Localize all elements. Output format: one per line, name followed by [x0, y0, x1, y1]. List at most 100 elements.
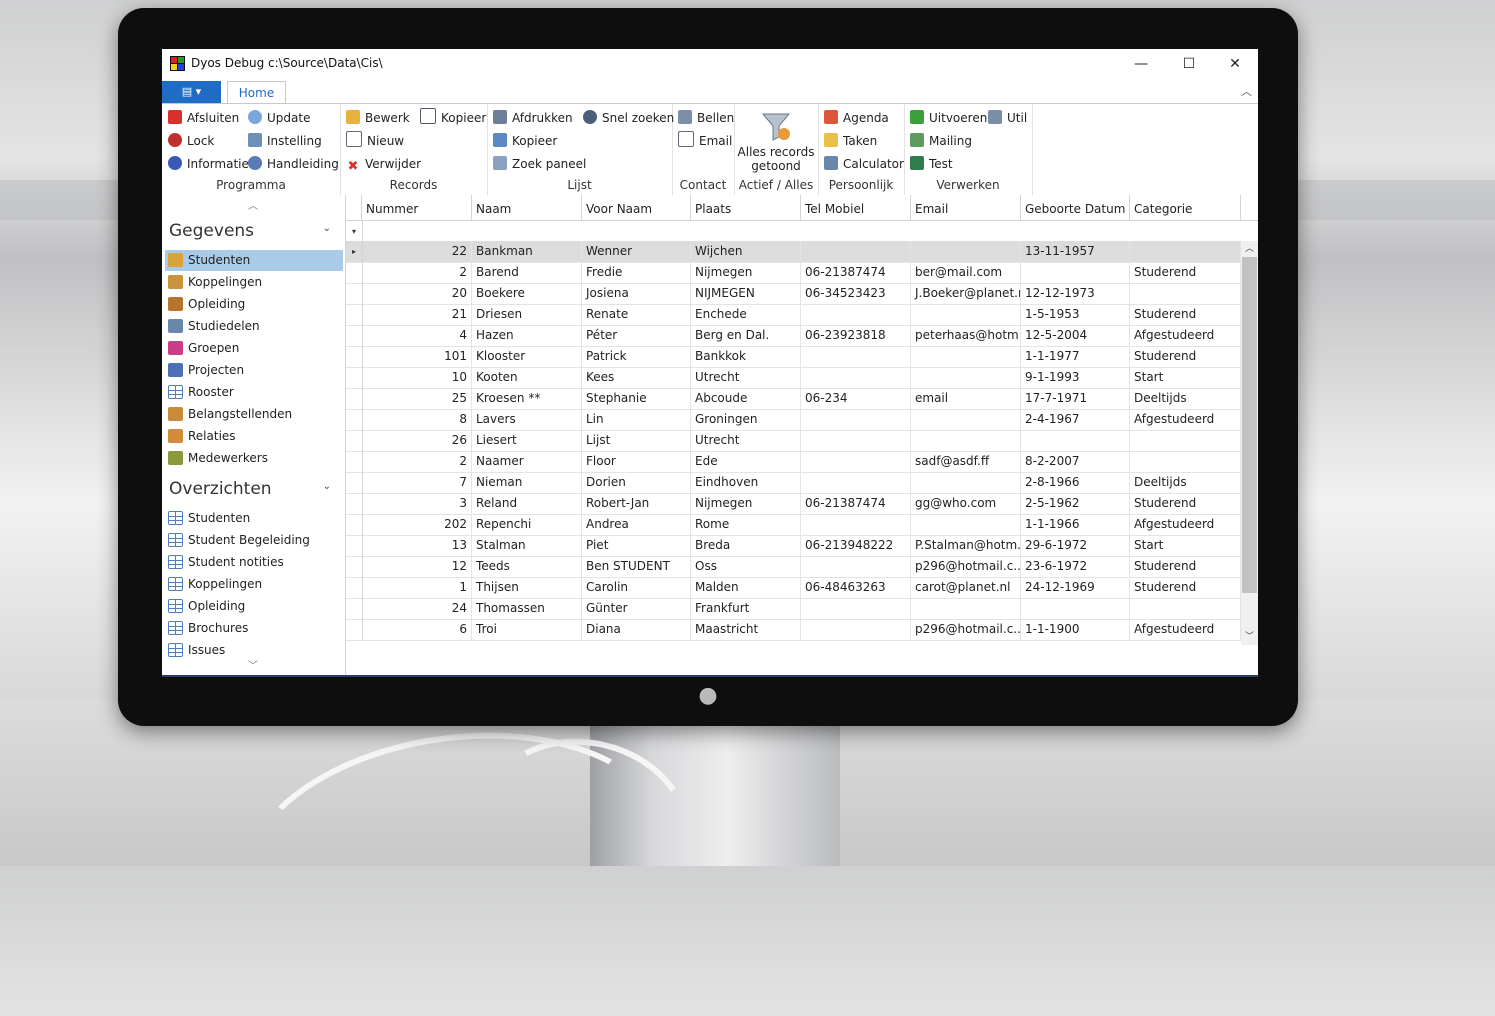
table-row[interactable]: 2 Naamer Floor Ede sadf@asdf.ff 8-2-2007	[346, 451, 1241, 473]
cell-email[interactable]: p296@hotmail.c...	[911, 619, 1021, 640]
vertical-scrollbar[interactable]: ︿ ﹀	[1241, 241, 1258, 645]
maximize-button[interactable]: ☐	[1166, 49, 1212, 79]
cell-voor-naam[interactable]: Piet	[582, 535, 691, 556]
scroll-up-icon[interactable]: ︿	[1241, 241, 1258, 257]
column-header-plaats[interactable]: Plaats	[691, 195, 801, 220]
cell-email[interactable]	[911, 514, 1021, 535]
table-row[interactable]: 26 Liesert Lijst Utrecht	[346, 430, 1241, 452]
table-row[interactable]: 202 Repenchi Andrea Rome 1-1-1966 Afgestudeer…	[346, 514, 1241, 536]
cell-voor-naam[interactable]: Dorien	[582, 472, 691, 493]
snel-zoeken-button[interactable]: Snel zoeken	[583, 108, 674, 128]
cell-plaats[interactable]: Berg en Dal.	[691, 325, 801, 346]
table-row[interactable]: 101 Klooster Patrick Bankkok 1-1-1977 Studere…	[346, 346, 1241, 368]
update-button[interactable]: Update	[248, 108, 310, 128]
cell-email[interactable]	[911, 409, 1021, 430]
row-selector[interactable]	[346, 598, 363, 619]
overview-item-student-begeleiding[interactable]: Student Begeleiding	[165, 530, 343, 551]
cell-voor-naam[interactable]: Péter	[582, 325, 691, 346]
cell-tel-mobiel[interactable]: 06-23923818	[801, 325, 911, 346]
cell-geboorte-datum[interactable]: 8-2-2007	[1021, 451, 1130, 472]
cell-categorie[interactable]: Afgestudeerd	[1130, 619, 1241, 640]
cell-email[interactable]: ber@mail.com	[911, 262, 1021, 283]
column-header-categorie[interactable]: Categorie	[1130, 195, 1241, 220]
bellen-button[interactable]: Bellen	[678, 108, 734, 128]
cell-tel-mobiel[interactable]	[801, 556, 911, 577]
row-selector[interactable]	[346, 283, 363, 304]
cell-categorie[interactable]: Studerend	[1130, 262, 1241, 283]
cell-categorie[interactable]: Deeltijds	[1130, 472, 1241, 493]
cell-naam[interactable]: Thijsen	[472, 577, 582, 598]
cell-nummer[interactable]: 3	[362, 493, 472, 514]
cell-geboorte-datum[interactable]: 1-5-1953	[1021, 304, 1130, 325]
cell-email[interactable]: p296@hotmail.c...	[911, 556, 1021, 577]
cell-tel-mobiel[interactable]	[801, 451, 911, 472]
nav-item-rooster[interactable]: Rooster	[165, 382, 343, 403]
nav-item-projecten[interactable]: Projecten	[165, 360, 343, 381]
cell-voor-naam[interactable]: Ben STUDENT	[582, 556, 691, 577]
cell-email[interactable]	[911, 346, 1021, 367]
cell-naam[interactable]: Driesen	[472, 304, 582, 325]
cell-nummer[interactable]: 2	[362, 451, 472, 472]
cell-email[interactable]: J.Boeker@planet.nl	[911, 283, 1021, 304]
close-button[interactable]: ✕	[1212, 49, 1258, 79]
lock-button[interactable]: Lock	[168, 131, 214, 151]
cell-categorie[interactable]	[1130, 430, 1241, 451]
cell-categorie[interactable]: Studerend	[1130, 493, 1241, 514]
cell-categorie[interactable]: Studerend	[1130, 304, 1241, 325]
table-row[interactable]: 12 Teeds Ben STUDENT Oss p296@hotmail.c... 23…	[346, 556, 1241, 578]
nav-item-belangstellenden[interactable]: Belangstellenden	[165, 404, 343, 425]
cell-nummer[interactable]: 101	[362, 346, 472, 367]
cell-nummer[interactable]: 7	[362, 472, 472, 493]
row-selector[interactable]	[346, 619, 363, 640]
cell-tel-mobiel[interactable]: 06-48463263	[801, 577, 911, 598]
cell-voor-naam[interactable]: Fredie	[582, 262, 691, 283]
handleiding-button[interactable]: Handleiding	[248, 154, 339, 174]
cell-voor-naam[interactable]: Günter	[582, 598, 691, 619]
table-row[interactable]: 6 Troi Diana Maastricht p296@hotmail.c... 1-1…	[346, 619, 1241, 641]
nav-item-opleiding[interactable]: Opleiding	[165, 294, 343, 315]
cell-naam[interactable]: Bankman	[472, 241, 582, 262]
overview-item-brochures[interactable]: Brochures	[165, 618, 343, 639]
row-selector[interactable]	[346, 304, 363, 325]
cell-categorie[interactable]: Afgestudeerd	[1130, 409, 1241, 430]
table-row[interactable]: 24 Thomassen Günter Frankfurt	[346, 598, 1241, 620]
cell-geboorte-datum[interactable]: 12-5-2004	[1021, 325, 1130, 346]
cell-email[interactable]	[911, 598, 1021, 619]
cell-voor-naam[interactable]: Wenner	[582, 241, 691, 262]
section-gegevens-title[interactable]: Gegevens	[169, 221, 254, 241]
table-row[interactable]: 7 Nieman Dorien Eindhoven 2-8-1966 Deeltijds	[346, 472, 1241, 494]
cell-geboorte-datum[interactable]: 1-1-1977	[1021, 346, 1130, 367]
column-header-email[interactable]: Email	[911, 195, 1021, 220]
cell-categorie[interactable]: Afgestudeerd	[1130, 325, 1241, 346]
cell-nummer[interactable]: 2	[362, 262, 472, 283]
cell-categorie[interactable]	[1130, 241, 1241, 262]
table-row[interactable]: 20 Boekere Josiena NIJMEGEN 06-34523423 J.Boe…	[346, 283, 1241, 305]
cell-voor-naam[interactable]: Lin	[582, 409, 691, 430]
column-header-voor-naam[interactable]: Voor Naam	[582, 195, 691, 220]
cell-naam[interactable]: Reland	[472, 493, 582, 514]
cell-naam[interactable]: Repenchi	[472, 514, 582, 535]
nav-item-groepen[interactable]: Groepen	[165, 338, 343, 359]
cell-email[interactable]: email	[911, 388, 1021, 409]
cell-tel-mobiel[interactable]	[801, 367, 911, 388]
test-button[interactable]: Test	[910, 154, 953, 174]
cell-voor-naam[interactable]: Lijst	[582, 430, 691, 451]
section-gegevens-chevron-icon[interactable]: ⌄	[323, 223, 331, 234]
cell-geboorte-datum[interactable]: 23-6-1972	[1021, 556, 1130, 577]
cell-geboorte-datum[interactable]: 13-11-1957	[1021, 241, 1130, 262]
cell-plaats[interactable]: Ede	[691, 451, 801, 472]
cell-tel-mobiel[interactable]	[801, 304, 911, 325]
cell-email[interactable]: gg@who.com	[911, 493, 1021, 514]
cell-plaats[interactable]: Rome	[691, 514, 801, 535]
cell-categorie[interactable]	[1130, 598, 1241, 619]
cell-tel-mobiel[interactable]: 06-213948222	[801, 535, 911, 556]
cell-geboorte-datum[interactable]: 9-1-1993	[1021, 367, 1130, 388]
cell-naam[interactable]: Nieman	[472, 472, 582, 493]
cell-nummer[interactable]: 202	[362, 514, 472, 535]
table-row[interactable]: 25 Kroesen ** Stephanie Abcoude 06-234 email 1…	[346, 388, 1241, 410]
cell-voor-naam[interactable]: Josiena	[582, 283, 691, 304]
table-row[interactable]: 2 Barend Fredie Nijmegen 06-21387474 ber@mail…	[346, 262, 1241, 284]
calculator-button[interactable]: Calculator	[824, 154, 904, 174]
alles-records-button[interactable]: Alles records getoond	[734, 110, 818, 173]
cell-geboorte-datum[interactable]: 12-12-1973	[1021, 283, 1130, 304]
